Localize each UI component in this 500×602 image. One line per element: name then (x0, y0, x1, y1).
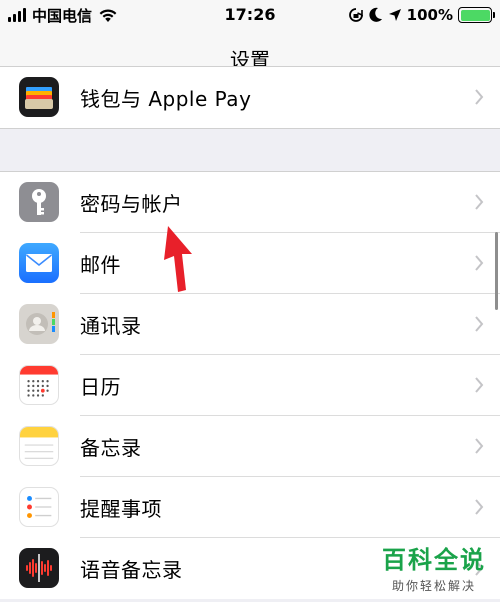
chevron-right-icon (475, 194, 484, 210)
chevron-right-icon (475, 89, 484, 105)
battery-percent: 100% (406, 6, 453, 24)
settings-row-label: 通讯录 (80, 314, 142, 338)
chevron-right-icon (475, 255, 484, 271)
annotation-arrow-icon (164, 226, 192, 292)
watermark-subtitle: 助你轻松解决 (391, 579, 476, 593)
battery-icon (458, 7, 495, 23)
settings-row-calendar[interactable]: 日历 (0, 355, 500, 416)
status-right: 100% (348, 6, 495, 24)
settings-row-label: 语音备忘录 (80, 558, 183, 582)
settings-row-reminders[interactable]: 提醒事项 (0, 477, 500, 538)
key-icon (19, 182, 59, 222)
settings-row-passwords[interactable]: 密码与帐户 (0, 172, 500, 233)
settings-row-contacts[interactable]: 通讯录 (0, 294, 500, 355)
scrollbar-thumb[interactable] (495, 232, 498, 310)
settings-group-wallet: 钱包与 Apple Pay (0, 66, 500, 129)
moon-icon (369, 7, 382, 22)
chevron-right-icon (475, 499, 484, 515)
location-arrow-icon (388, 9, 401, 21)
settings-row-mail[interactable]: 邮件 (0, 233, 500, 294)
chevron-right-icon (475, 316, 484, 332)
settings-row-wallet[interactable]: 钱包与 Apple Pay (0, 67, 500, 128)
settings-group-apps: 密码与帐户 邮件 通讯录 日历 备忘录 提醒事项 语音备忘录 (0, 171, 500, 599)
mail-icon (19, 243, 59, 283)
contacts-icon (19, 304, 59, 344)
voice-memos-icon (19, 548, 59, 588)
calendar-icon (19, 365, 59, 405)
settings-row-label: 备忘录 (80, 436, 142, 460)
rotation-lock-icon (348, 8, 363, 22)
status-bar: 中国电信 17:26 100% (0, 0, 500, 30)
settings-row-label: 密码与帐户 (80, 192, 183, 216)
settings-row-notes[interactable]: 备忘录 (0, 416, 500, 477)
notes-icon (19, 426, 59, 466)
settings-row-label: 钱包与 Apple Pay (80, 87, 252, 111)
watermark: 百科全说 助你轻松解决 (382, 540, 486, 594)
watermark-title: 百科全说 (382, 546, 486, 574)
settings-row-label: 日历 (80, 375, 121, 399)
wallet-icon (19, 77, 59, 117)
reminders-icon (19, 487, 59, 527)
chevron-right-icon (475, 377, 484, 393)
chevron-right-icon (475, 438, 484, 454)
settings-row-label: 提醒事项 (80, 497, 162, 521)
settings-row-label: 邮件 (80, 253, 121, 277)
